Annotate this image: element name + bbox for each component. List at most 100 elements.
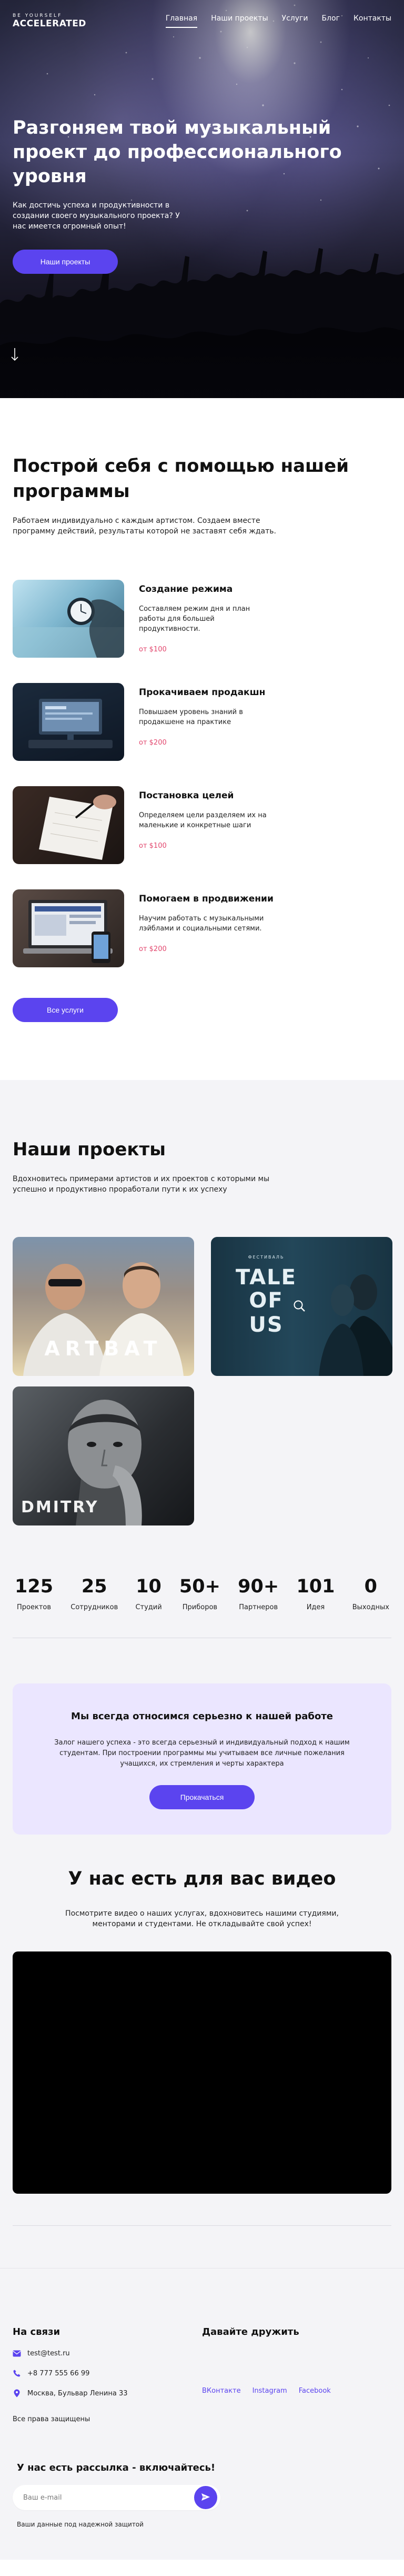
laptop-icon <box>23 900 113 963</box>
send-icon <box>201 2493 210 2503</box>
service-name: Постановка целей <box>139 790 234 801</box>
menu-item-projects[interactable]: Наши проекты <box>211 14 268 28</box>
stat-number: 25 <box>81 1576 107 1597</box>
service-description: Повышаем уровень знаний в продакшене на … <box>139 708 243 726</box>
social-link-vkontakte[interactable]: ВКонтакте <box>202 2387 241 2395</box>
program-title: Построй себя с помощью нашей программы <box>13 455 349 502</box>
service-description: Определяем цели разделяем их на маленьки… <box>139 811 267 829</box>
promise-title: Мы всегда относимся серьезно к нашей раб… <box>71 1711 333 1722</box>
project-card-dmitry[interactable]: DMITRY <box>13 1386 194 1525</box>
promise-card: Мы всегда относимся серьезно к нашей раб… <box>13 1683 391 1835</box>
service-body: Создание режима Составляем режим дня и п… <box>139 580 276 659</box>
contact-phone[interactable]: +8 777 555 66 99 <box>13 2369 202 2377</box>
main-menu: Главная Наши проекты Услуги Блог Контакт… <box>165 14 391 28</box>
stat-number: 10 <box>136 1576 161 1597</box>
service-name: Прокачиваем продакшн <box>139 687 266 698</box>
location-pin-icon <box>13 2389 21 2397</box>
newsletter-note: Ваши данные под надежной защитой <box>17 2521 144 2528</box>
contact-email[interactable]: test@test.ru <box>13 2349 202 2357</box>
hero-content: Разгоняем твой музыкальный проект до про… <box>13 116 391 274</box>
logo-wordmark: ACCELERATED <box>13 18 86 29</box>
service-item[interactable]: Прокачиваем продакшн Повышаем уровень зн… <box>13 683 391 762</box>
video-title: У нас есть для вас видео <box>68 1868 336 1889</box>
video-player[interactable] <box>13 1951 391 2194</box>
menu-item-services[interactable]: Услуги <box>282 14 308 28</box>
service-description: Составляем режим дня и план работы для б… <box>139 605 250 633</box>
service-name: Помогаем в продвижении <box>139 894 274 904</box>
projects-section: Наши проекты Вдохновитесь примерами арти… <box>0 1080 404 2268</box>
project-card-artbat[interactable]: ARTBAT <box>13 1237 194 1376</box>
promise-text: Залог нашего успеха - это всегда серьезн… <box>54 1739 350 1768</box>
clock-icon <box>13 598 124 658</box>
level-up-button[interactable]: Прокачаться <box>149 1785 255 1809</box>
email-field[interactable] <box>23 2493 194 2502</box>
service-price: от $100 <box>139 646 167 653</box>
stats-row: 125 Проектов 25 Сотрудников 10 Студий 50… <box>13 1576 391 1611</box>
stat-item: 0 Выходных <box>352 1576 389 1611</box>
menu-item-blog[interactable]: Блог <box>321 14 339 28</box>
stat-label: Идея <box>306 1603 325 1611</box>
project-card-tale-of-us[interactable]: ФЕСТИВАЛЬ TALE OF US <box>211 1237 392 1376</box>
stat-number: 0 <box>364 1576 378 1597</box>
mail-icon <box>13 2349 21 2357</box>
footer-contacts: На связи test@test.ru +8 777 555 66 99 М… <box>13 2326 202 2423</box>
service-item[interactable]: Создание режима Составляем режим дня и п… <box>13 580 391 659</box>
newsletter: У нас есть рассылка - включайтесь! Ваши … <box>13 2462 391 2528</box>
social-link-instagram[interactable]: Instagram <box>252 2387 287 2395</box>
social-link-facebook[interactable]: Facebook <box>299 2387 331 2395</box>
project-caption: ARTBAT <box>44 1337 163 1360</box>
services-list: Создание режима Составляем режим дня и п… <box>13 580 391 968</box>
stat-number: 101 <box>296 1576 335 1597</box>
stat-item: 50+ Приборов <box>179 1576 220 1611</box>
newsletter-title: У нас есть рассылка - включайтесь! <box>17 2462 216 2473</box>
service-price: от $200 <box>139 739 167 747</box>
video-section: У нас есть для вас видео Посмотрите виде… <box>13 1868 391 2194</box>
service-name: Создание режима <box>139 584 233 595</box>
service-image-laptop <box>13 889 124 967</box>
service-price: от $100 <box>139 842 167 850</box>
projects-title: Наши проекты <box>13 1139 166 1160</box>
program-intro: Работаем индивидуально с каждым артистом… <box>13 517 276 536</box>
our-projects-button[interactable]: Наши проекты <box>13 250 118 274</box>
menu-item-home[interactable]: Главная <box>165 14 198 28</box>
search-icon[interactable] <box>292 1299 306 1315</box>
service-image-clock <box>13 580 124 658</box>
service-price: от $200 <box>139 945 167 953</box>
footer: На связи test@test.ru +8 777 555 66 99 М… <box>0 2268 404 2560</box>
stat-number: 90+ <box>238 1576 279 1597</box>
stat-item: 125 Проектов <box>15 1576 53 1611</box>
logo[interactable]: BE YOURSELF ACCELERATED <box>13 14 86 28</box>
program-section: Построй себя с помощью нашей программы Р… <box>0 398 404 1022</box>
project-caption-top: TALE <box>236 1265 297 1290</box>
contact-phone-text: +8 777 555 66 99 <box>27 2369 90 2377</box>
video-text: Посмотрите видео о наших услугах, вдохно… <box>65 1909 339 1928</box>
service-item[interactable]: Помогаем в продвижении Научим работать с… <box>13 889 391 968</box>
all-services-button[interactable]: Все услуги <box>13 998 118 1022</box>
projects-intro: Вдохновитесь примерами артистов и их про… <box>13 1175 270 1194</box>
stat-label: Выходных <box>352 1603 389 1611</box>
service-description: Научим работать с музыкальными лэйблами … <box>139 915 264 933</box>
hero-title: Разгоняем твой музыкальный проект до про… <box>13 117 342 187</box>
social-links: ВКонтакте Instagram Facebook <box>202 2387 391 2395</box>
project-caption-bottom: OF US <box>249 1289 284 1337</box>
service-image-monitor <box>13 683 124 761</box>
stat-item: 101 Идея <box>296 1576 335 1611</box>
phone-icon <box>13 2369 21 2377</box>
logo-tagline: BE YOURSELF <box>13 13 63 18</box>
service-item[interactable]: Постановка целей Определяем цели разделя… <box>13 786 391 865</box>
contact-address: Москва, Бульвар Ленина 33 <box>13 2389 202 2397</box>
service-image-notebook <box>13 786 124 864</box>
stat-label: Проектов <box>17 1603 52 1611</box>
hero-subtitle: Как достичь успеха и продуктивности в со… <box>13 201 180 231</box>
stat-number: 125 <box>15 1576 54 1597</box>
menu-item-contacts[interactable]: Контакты <box>354 14 391 28</box>
socials-title: Давайте дружить <box>202 2326 299 2337</box>
notebook-icon <box>39 795 116 860</box>
service-body: Прокачиваем продакшн Повышаем уровень зн… <box>139 683 276 762</box>
stat-label: Студий <box>135 1603 162 1611</box>
send-button[interactable] <box>194 2486 217 2509</box>
footer-columns: На связи test@test.ru +8 777 555 66 99 М… <box>13 2326 391 2423</box>
scroll-down-arrow-icon[interactable] <box>11 348 19 365</box>
stat-label: Приборов <box>182 1603 218 1611</box>
stat-label: Партнеров <box>239 1603 278 1611</box>
